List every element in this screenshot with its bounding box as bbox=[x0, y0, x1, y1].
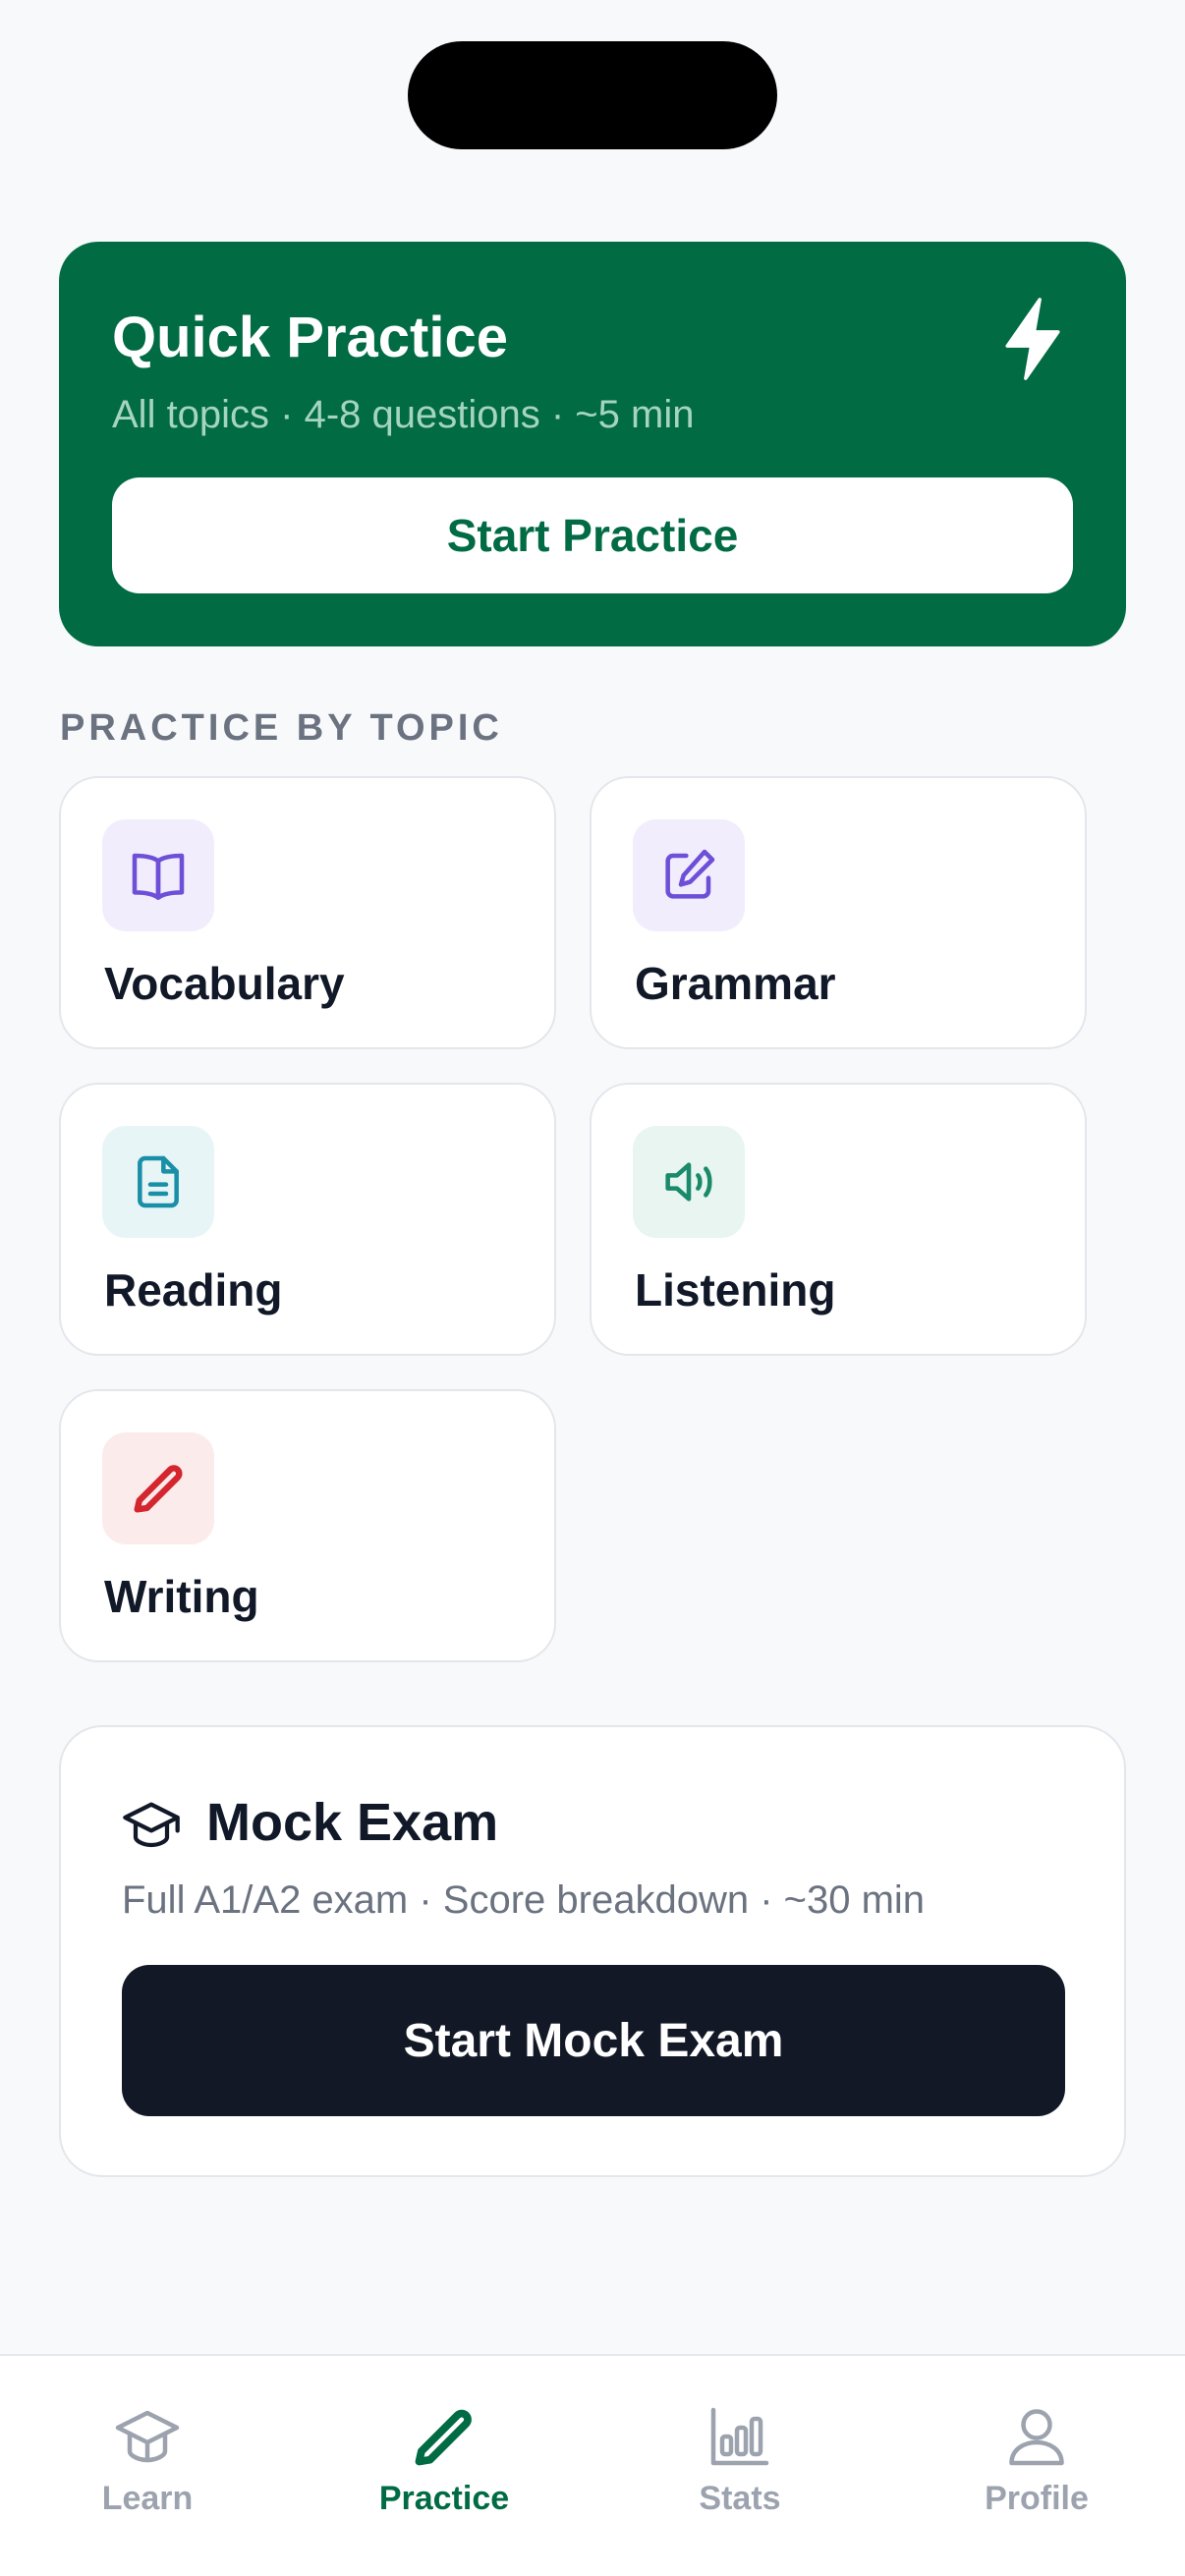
topic-icon-box bbox=[102, 819, 214, 931]
topic-label: Grammar bbox=[635, 958, 836, 1009]
topic-label: Writing bbox=[104, 1571, 259, 1622]
topic-label: Vocabulary bbox=[104, 958, 345, 1009]
tab-label: Learn bbox=[101, 2480, 194, 2517]
topic-card-listening[interactable]: Listening bbox=[590, 1083, 1087, 1356]
quick-practice-subtitle: All topics · 4-8 questions · ~5 min bbox=[112, 393, 695, 436]
topic-card-reading[interactable]: Reading bbox=[59, 1083, 556, 1356]
topic-icon-box bbox=[102, 1432, 214, 1544]
user-icon bbox=[1009, 2409, 1064, 2466]
quick-practice-card: Quick Practice All topics · 4-8 question… bbox=[59, 242, 1126, 646]
pencil-icon bbox=[134, 1465, 183, 1513]
topic-card-grammar[interactable]: Grammar bbox=[590, 776, 1087, 1049]
dynamic-island bbox=[408, 41, 777, 149]
mock-exam-subtitle: Full A1/A2 exam · Score breakdown · ~30 … bbox=[122, 1878, 926, 1922]
topic-icon-box bbox=[633, 819, 745, 931]
tab-label: Profile bbox=[985, 2480, 1089, 2517]
document-icon bbox=[138, 1155, 179, 1208]
topic-card-writing[interactable]: Writing bbox=[59, 1389, 556, 1662]
section-label-practice-by-topic: PRACTICE BY TOPIC bbox=[60, 707, 503, 749]
bar-chart-icon bbox=[710, 2407, 769, 2466]
topic-icon-box bbox=[102, 1126, 214, 1238]
bolt-icon bbox=[1005, 298, 1060, 380]
tab-learn[interactable]: Learn bbox=[0, 2356, 295, 2533]
graduation-cap-icon bbox=[123, 1802, 180, 1848]
edit-square-icon bbox=[665, 849, 715, 899]
tab-label: Practice bbox=[378, 2480, 510, 2517]
tab-practice[interactable]: Practice bbox=[297, 2356, 592, 2533]
speaker-icon bbox=[665, 1162, 712, 1202]
tab-stats[interactable]: Stats bbox=[592, 2356, 887, 2533]
tab-profile[interactable]: Profile bbox=[889, 2356, 1184, 2533]
pencil-icon bbox=[415, 2409, 472, 2466]
start-practice-button[interactable]: Start Practice bbox=[112, 477, 1073, 593]
book-open-icon bbox=[132, 853, 185, 900]
topic-label: Reading bbox=[104, 1264, 283, 1316]
graduation-cap-icon bbox=[115, 2410, 180, 2463]
start-mock-exam-button[interactable]: Start Mock Exam bbox=[122, 1965, 1065, 2116]
topic-card-vocabulary[interactable]: Vocabulary bbox=[59, 776, 556, 1049]
topic-label: Listening bbox=[635, 1264, 836, 1316]
tab-label: Stats bbox=[699, 2480, 781, 2517]
topic-icon-box bbox=[633, 1126, 745, 1238]
mock-exam-card: Mock Exam Full A1/A2 exam · Score breakd… bbox=[59, 1725, 1126, 2177]
mock-exam-title: Mock Exam bbox=[206, 1793, 499, 1852]
bottom-tab-bar: Learn Practice Stats Profile bbox=[0, 2354, 1185, 2576]
quick-practice-title: Quick Practice bbox=[112, 306, 508, 369]
